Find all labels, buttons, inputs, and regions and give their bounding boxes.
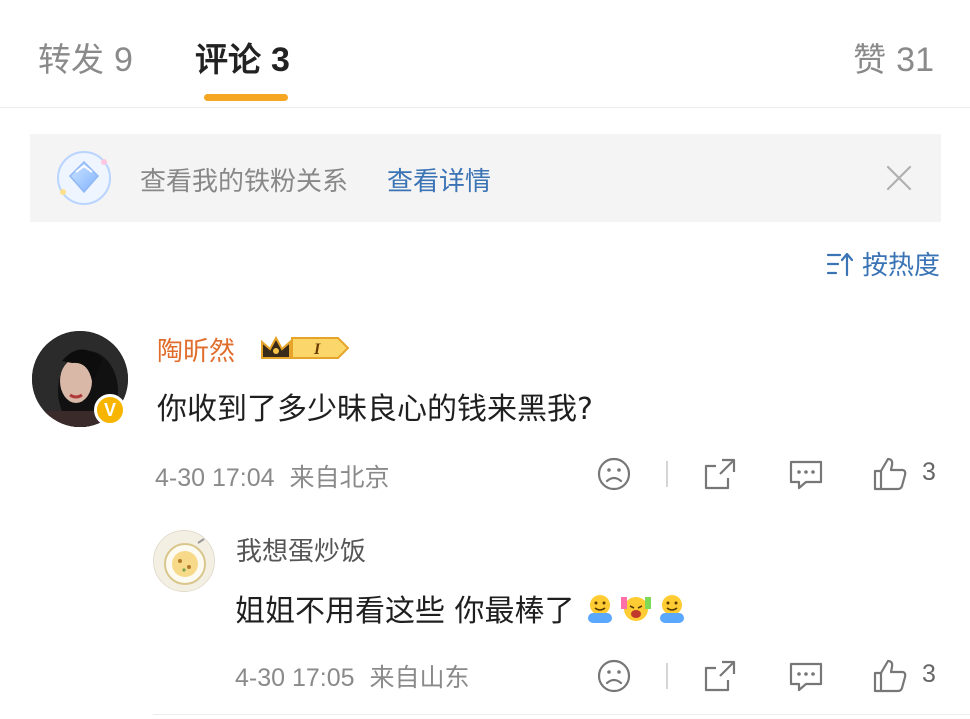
share-icon[interactable] (700, 656, 740, 696)
tab-bar: 转发 9 评论 3 赞 31 (0, 0, 970, 108)
reply-text: 姐姐不用看这些 你最棒了 (235, 594, 575, 629)
tab-forward-count: 9 (114, 41, 133, 79)
tab-forward-label: 转发 (38, 40, 104, 79)
hug-emoji-icon (587, 595, 612, 623)
diamond-icon (57, 151, 111, 205)
like-icon[interactable] (870, 454, 910, 494)
close-icon[interactable] (885, 164, 913, 192)
divider (666, 663, 668, 689)
divider (153, 714, 970, 715)
avatar-image (154, 531, 214, 591)
crown-level-badge-icon: I (261, 335, 350, 359)
iron-fan-banner: 查看我的铁粉关系 查看详情 (30, 134, 941, 222)
like-icon[interactable] (870, 656, 910, 696)
hug-emoji-icon (659, 595, 684, 623)
comment-text: 你收到了多少昧良心的钱来黑我? (157, 392, 593, 427)
tab-like-label: 赞 (853, 40, 887, 79)
comment-meta: 4-30 17:04 来自北京 (155, 458, 390, 494)
sort-label: 按热度 (861, 251, 940, 281)
divider (666, 461, 668, 487)
reply-username[interactable]: 我想蛋炒饭 (236, 531, 366, 568)
comment-location: 来自北京 (289, 464, 390, 492)
reply-time: 4-30 17:05 (235, 664, 355, 692)
reply-avatar[interactable] (153, 530, 215, 592)
sad-face-icon[interactable] (594, 454, 634, 494)
reply-location: 来自山东 (369, 664, 470, 692)
tab-forward[interactable]: 转发 9 (38, 33, 133, 81)
banner-detail-link[interactable]: 查看详情 (387, 161, 491, 198)
tab-comment[interactable]: 评论 3 (195, 33, 290, 81)
cheer-emoji-icon (620, 597, 651, 621)
reply-meta: 4-30 17:05 来自山东 (235, 658, 470, 694)
sort-button[interactable]: 按热度 (826, 245, 940, 282)
reply-actions: 3 (594, 656, 944, 696)
like-count: 3 (922, 660, 936, 688)
active-tab-indicator (204, 94, 288, 101)
comment-actions: 3 (594, 454, 944, 494)
sad-face-icon[interactable] (594, 656, 634, 696)
tab-comment-count: 3 (271, 41, 290, 79)
verified-badge-icon: V (94, 394, 126, 426)
tab-comment-label: 评论 (195, 40, 261, 79)
banner-text: 查看我的铁粉关系 (140, 167, 349, 197)
sort-icon (826, 252, 854, 276)
comment-time: 4-30 17:04 (155, 464, 275, 492)
tab-like[interactable]: 赞 31 (853, 33, 934, 81)
badge-level-text: I (313, 341, 321, 358)
comment-username[interactable]: 陶昕然 (157, 331, 235, 368)
reply-text-row: 姐姐不用看这些 你最棒了 (235, 586, 689, 630)
comment-icon[interactable] (786, 656, 826, 696)
share-icon[interactable] (700, 454, 740, 494)
like-count: 3 (922, 458, 936, 486)
comment-icon[interactable] (786, 454, 826, 494)
tab-like-count: 31 (896, 41, 934, 79)
